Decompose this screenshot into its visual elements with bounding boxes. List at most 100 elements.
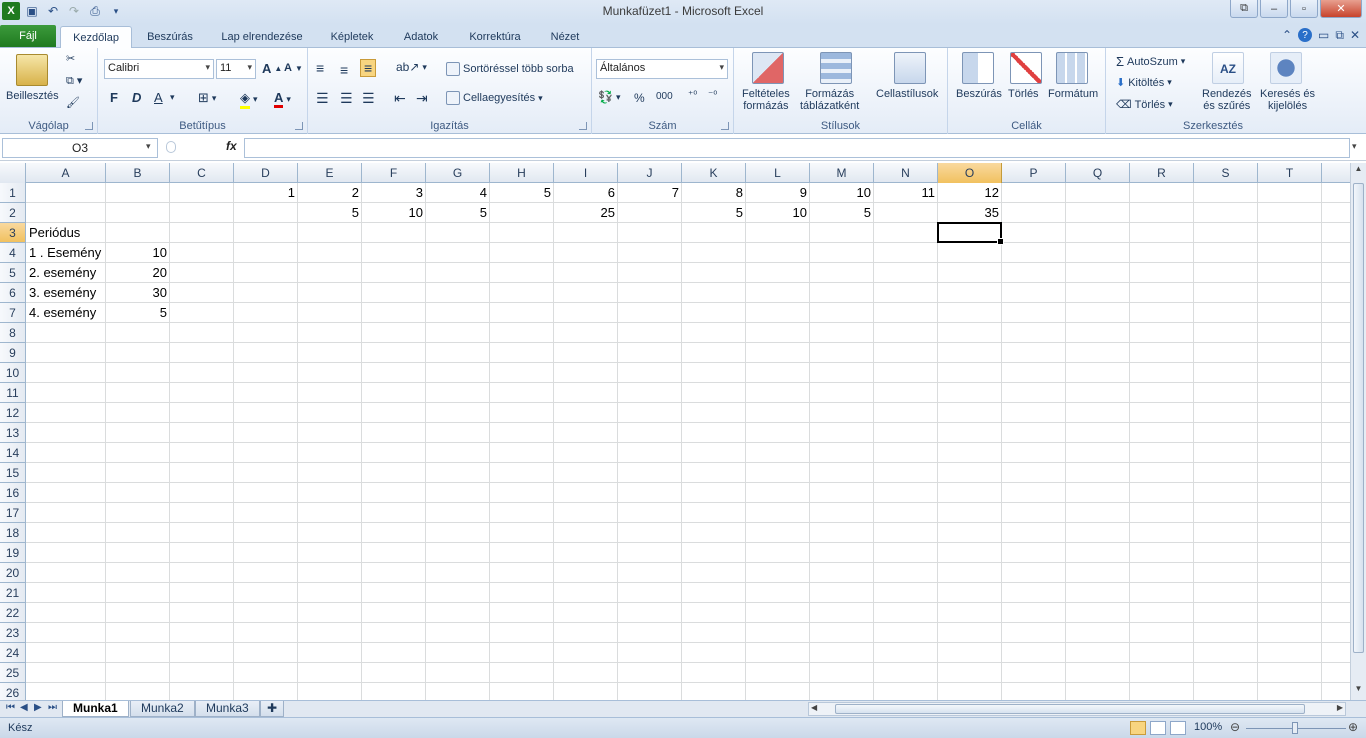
row-header-12[interactable]: 12 [0,403,26,423]
cell-b7[interactable]: 5 [106,303,170,323]
zoom-level[interactable]: 100% [1194,721,1222,733]
tab-formulas[interactable]: Képletek [320,26,384,48]
worksheet-grid[interactable]: ABCDEFGHIJKLMNOPQRST 1 2 3 4 5 6 7 8 9 10 11 12 13 14… [0,163,1350,700]
select-all-button[interactable] [0,163,26,183]
conditional-formatting-icon[interactable] [752,52,784,84]
tab-insert[interactable]: Beszúrás [138,26,202,48]
row-header-24[interactable]: 24 [0,643,26,663]
row-header-1[interactable]: 1 [0,183,26,203]
number-format-combo[interactable]: Általános [596,59,728,79]
row-header-21[interactable]: 21 [0,583,26,603]
expand-formula-bar-icon[interactable]: ▾ [1352,141,1357,152]
cell-k1[interactable]: 8 [682,183,746,203]
name-box-dropdown-icon[interactable]: ▾ [146,141,151,152]
cell-m2[interactable]: 5 [810,203,874,223]
cell-i2[interactable]: 25 [554,203,618,223]
row-header-9[interactable]: 9 [0,343,26,363]
paste-icon[interactable] [16,54,48,86]
column-header-l[interactable]: L [746,163,810,183]
workbook-close-icon[interactable]: ✕ [1350,28,1360,43]
restore-help-icon[interactable]: ⧉ [1230,0,1258,18]
close-icon[interactable]: ✕ [1320,0,1362,18]
cell-o1[interactable]: 12 [938,183,1002,203]
row-header-10[interactable]: 10 [0,363,26,383]
formula-input[interactable] [244,138,1350,158]
row-header-7[interactable]: 7 [0,303,26,323]
cell-a5[interactable]: 2. esemény [26,263,106,283]
alignment-launcher-icon[interactable] [579,122,587,130]
font-name-combo[interactable]: Calibri [104,59,214,79]
italic-button[interactable]: D [132,90,141,105]
font-size-combo[interactable]: 11 [216,59,256,79]
orientation-icon[interactable]: ab↗ ▾ [396,60,427,74]
cell-e1[interactable]: 2 [298,183,362,203]
conditional-formatting-button[interactable]: Feltételes formázás [742,88,790,112]
column-header-o[interactable]: O [938,163,1002,183]
row-header-2[interactable]: 2 [0,203,26,223]
cell-d1[interactable]: 1 [234,183,298,203]
align-bottom-icon[interactable]: ≡ [360,59,377,77]
font-color-icon[interactable]: A ▾ [274,90,291,108]
row-header-20[interactable]: 20 [0,563,26,583]
column-header-i[interactable]: I [554,163,618,183]
tab-home[interactable]: Kezdőlap [60,26,132,49]
accounting-format-icon[interactable]: 💱 ▾ [598,90,620,104]
scroll-down-icon[interactable]: ▼ [1352,684,1365,698]
cell-m1[interactable]: 10 [810,183,874,203]
cell-f1[interactable]: 3 [362,183,426,203]
zoom-out-icon[interactable]: ⊖ [1230,720,1240,734]
cell-o2[interactable]: 35 [938,203,1002,223]
format-painter-icon[interactable]: 🖌 [66,96,80,109]
increase-indent-icon[interactable]: ⇥ [416,90,428,107]
borders-icon[interactable]: ⊞ ▾ [198,90,216,106]
percent-button[interactable]: % [634,91,645,105]
copy-icon[interactable]: ⧉ ▾ [66,74,82,88]
column-header-r[interactable]: R [1130,163,1194,183]
decrease-decimal-icon[interactable]: ⁻⁰ [708,90,717,101]
format-cells-icon[interactable] [1056,52,1088,84]
row-header-13[interactable]: 13 [0,423,26,443]
help-icon[interactable]: ? [1298,28,1313,42]
row-header-11[interactable]: 11 [0,383,26,403]
cell-b4[interactable]: 10 [106,243,170,263]
row-header-18[interactable]: 18 [0,523,26,543]
delete-cells-icon[interactable] [1010,52,1042,84]
row-header-16[interactable]: 16 [0,483,26,503]
column-header-m[interactable]: M [810,163,874,183]
sort-filter-icon[interactable]: AZ [1212,52,1244,84]
increase-decimal-icon[interactable]: ⁺⁰ [688,90,697,101]
align-right-icon[interactable]: ☰ [362,90,375,107]
clipboard-launcher-icon[interactable] [85,122,93,130]
decrease-indent-icon[interactable]: ⇤ [394,90,406,107]
row-header-15[interactable]: 15 [0,463,26,483]
minimize-ribbon-icon[interactable]: ⌃ [1282,28,1292,43]
scroll-up-icon[interactable]: ▲ [1352,164,1365,178]
align-top-icon[interactable]: ≡ [316,60,324,76]
cell-a6[interactable]: 3. esemény [26,283,106,303]
row-header-17[interactable]: 17 [0,503,26,523]
tab-data[interactable]: Adatok [392,26,450,48]
cell-styles-icon[interactable] [894,52,926,84]
bold-button[interactable]: F [110,90,118,105]
cell-a4[interactable]: 1 . Esemény [26,243,106,263]
cell-b5[interactable]: 20 [106,263,170,283]
format-as-table-icon[interactable] [820,52,852,84]
format-as-table-button[interactable]: Formázás táblázatként [800,88,859,112]
formula-bar-grip-icon[interactable] [166,141,176,153]
align-left-icon[interactable]: ☰ [316,90,329,107]
column-header-q[interactable]: Q [1066,163,1130,183]
number-launcher-icon[interactable] [721,122,729,130]
fill-color-icon[interactable]: ◈ ▾ [240,90,258,109]
column-header-f[interactable]: F [362,163,426,183]
cell-f2[interactable]: 10 [362,203,426,223]
cell-h1[interactable]: 5 [490,183,554,203]
shrink-font-icon[interactable]: A ▼ [284,62,303,74]
find-select-button[interactable]: Keresés és kijelölés [1260,88,1315,112]
prev-sheet-icon[interactable]: ◀ [20,702,28,713]
cell-e2[interactable]: 5 [298,203,362,223]
tab-view[interactable]: Nézet [540,26,590,48]
workbook-minimize-icon[interactable]: ▭ [1318,28,1329,43]
sheet-tab-munka1[interactable]: Munka1 [62,701,129,717]
row-header-8[interactable]: 8 [0,323,26,343]
clear-button[interactable]: ⌫ Törlés ▾ [1116,98,1173,112]
